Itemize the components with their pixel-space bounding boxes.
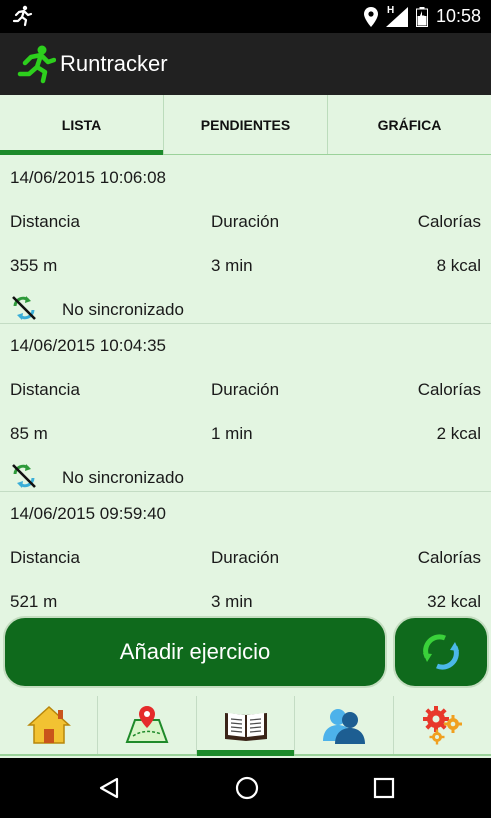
calories-value: 8 kcal bbox=[436, 256, 481, 275]
home-nav-icon[interactable] bbox=[234, 775, 260, 801]
home-icon bbox=[26, 705, 71, 744]
app-bar: Runtracker bbox=[0, 33, 491, 95]
calories-label: Calorías bbox=[417, 212, 481, 231]
list-item[interactable]: 14/06/2015 10:04:35 Distancia Duración C… bbox=[0, 324, 491, 492]
sync-status: No sincronizado bbox=[62, 468, 184, 487]
distance-value: 85 m bbox=[10, 424, 48, 443]
book-icon bbox=[224, 713, 267, 741]
distance-value: 521 m bbox=[10, 592, 58, 611]
nav-settings[interactable] bbox=[394, 696, 491, 754]
tab-pendientes[interactable]: PENDIENTES bbox=[164, 95, 328, 154]
nav-users[interactable] bbox=[295, 696, 394, 754]
calories-label: Calorías bbox=[417, 548, 481, 567]
system-nav-bar bbox=[0, 758, 491, 818]
not-synced-icon bbox=[12, 296, 36, 320]
nav-map[interactable] bbox=[98, 696, 197, 754]
entry-date: 14/06/2015 10:06:08 bbox=[10, 168, 166, 187]
duration-value: 3 min bbox=[211, 256, 253, 275]
duration-label: Duración bbox=[211, 548, 280, 567]
clock: 10:58 bbox=[435, 6, 481, 26]
entry-date: 14/06/2015 10:04:35 bbox=[10, 336, 166, 355]
signal-icon: H bbox=[385, 4, 408, 27]
exercise-list[interactable]: 14/06/2015 10:06:08 Distancia Duración C… bbox=[0, 156, 491, 616]
bottom-nav bbox=[0, 696, 491, 756]
list-item[interactable]: 14/06/2015 09:59:40 Distancia Duración C… bbox=[0, 492, 491, 616]
tab-bar: LISTA PENDIENTES GRÁFICA bbox=[0, 95, 491, 155]
duration-value: 3 min bbox=[211, 592, 253, 611]
running-person-icon bbox=[12, 5, 33, 27]
list-item[interactable]: 14/06/2015 10:06:08 Distancia Duración C… bbox=[0, 156, 491, 324]
duration-value: 1 min bbox=[211, 424, 253, 443]
calories-label: Calorías bbox=[417, 380, 481, 399]
users-icon bbox=[322, 709, 365, 744]
duration-label: Duración bbox=[211, 212, 280, 231]
distance-value: 355 m bbox=[10, 256, 58, 275]
distance-label: Distancia bbox=[10, 212, 80, 231]
calories-value: 32 kcal bbox=[427, 592, 481, 611]
tab-lista[interactable]: LISTA bbox=[0, 95, 164, 155]
duration-label: Duración bbox=[211, 380, 280, 399]
sync-icon bbox=[423, 634, 459, 670]
battery-icon bbox=[415, 6, 428, 27]
entry-date: 14/06/2015 09:59:40 bbox=[10, 504, 166, 523]
sync-status: No sincronizado bbox=[62, 300, 184, 319]
settings-icon bbox=[423, 706, 463, 745]
add-exercise-button[interactable]: Añadir ejercicio bbox=[3, 616, 387, 688]
recents-icon[interactable] bbox=[373, 777, 395, 799]
nav-list[interactable] bbox=[196, 696, 296, 756]
nav-home[interactable] bbox=[0, 696, 99, 754]
back-icon[interactable] bbox=[97, 776, 121, 800]
network-type: H bbox=[386, 4, 395, 16]
status-bar: H 10:58 bbox=[0, 0, 491, 33]
distance-label: Distancia bbox=[10, 380, 80, 399]
action-bar: Añadir ejercicio bbox=[0, 616, 491, 690]
not-synced-icon bbox=[12, 464, 36, 488]
distance-label: Distancia bbox=[10, 548, 80, 567]
location-icon bbox=[363, 6, 378, 27]
sync-button[interactable] bbox=[393, 616, 489, 688]
app-logo-icon bbox=[17, 45, 56, 84]
tab-grafica[interactable]: GRÁFICA bbox=[328, 95, 491, 154]
map-icon bbox=[125, 706, 169, 743]
calories-value: 2 kcal bbox=[436, 424, 481, 443]
app-title: Runtracker bbox=[60, 51, 168, 76]
